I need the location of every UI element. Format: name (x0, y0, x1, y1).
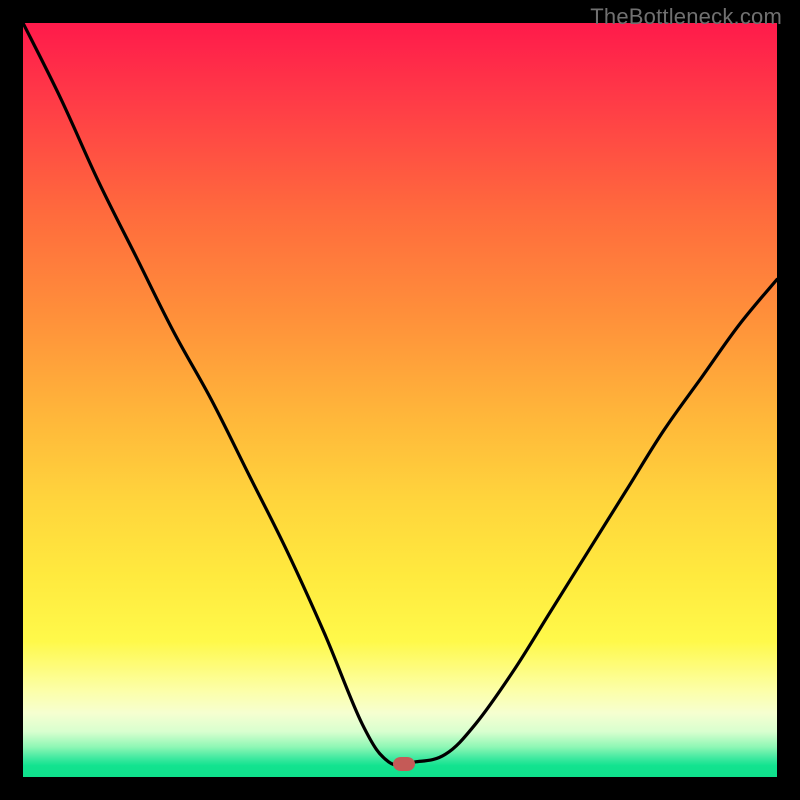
plot-area (23, 23, 777, 777)
bottleneck-curve (23, 23, 777, 777)
curve-path (23, 23, 777, 765)
watermark-text: TheBottleneck.com (590, 4, 782, 30)
chart-frame: TheBottleneck.com (0, 0, 800, 800)
optimum-marker (393, 757, 415, 771)
